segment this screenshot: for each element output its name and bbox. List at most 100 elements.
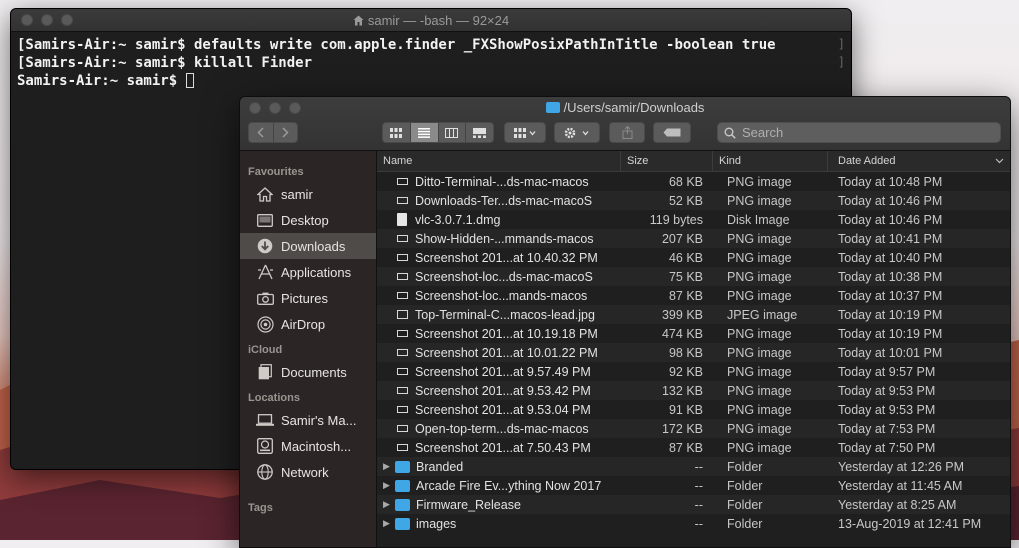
column-header-size[interactable]: Size [621, 151, 713, 171]
file-size: -- [694, 459, 703, 474]
sidebar-item-airdrop[interactable]: AirDrop [240, 311, 376, 337]
finder-toolbar [240, 122, 1010, 146]
sidebar-heading-locations[interactable]: Locations [240, 389, 376, 407]
disk-icon [257, 438, 273, 454]
home-icon [257, 186, 273, 202]
image-file-icon [397, 425, 408, 432]
disclosure-triangle-icon[interactable]: ▶ [383, 480, 395, 491]
home-icon [353, 15, 364, 26]
file-date-added: Today at 10:01 PM [838, 345, 943, 360]
image-file-icon [397, 292, 408, 299]
finder-window[interactable]: /Users/samir/Downloads Search Favourites… [239, 96, 1011, 548]
file-date-added: Today at 10:46 PM [838, 212, 943, 227]
file-name-cell: Screenshot 201...at 10.40.32 PM [377, 251, 621, 265]
table-row[interactable]: Top-Terminal-C...macos-lead.jpg 399 KB JPE… [377, 305, 1010, 324]
image-file-icon [397, 197, 408, 204]
file-kind: PNG image [727, 402, 792, 417]
finder-titlebar[interactable]: /Users/samir/Downloads [240, 97, 1010, 151]
file-size: 87 KB [668, 288, 703, 303]
sidebar-item-desktop[interactable]: Desktop [240, 207, 376, 233]
gallery-view-button[interactable] [465, 123, 493, 142]
table-row[interactable]: Screenshot 201...at 7.50.43 PM 87 KB PNG i… [377, 438, 1010, 457]
sidebar-item-downloads[interactable]: Downloads [240, 233, 376, 259]
file-name: Screenshot 201...at 9.53.04 PM [415, 402, 591, 417]
sidebar-item-network[interactable]: Network [240, 459, 376, 485]
table-row[interactable]: ▶ Firmware_Release -- Folder Yesterday at 8:… [377, 495, 1010, 514]
file-name-cell: Open-top-term...ds-mac-macos [377, 422, 621, 436]
table-row[interactable]: Screenshot 201...at 10.40.32 PM 46 KB PNG … [377, 248, 1010, 267]
file-date-added: Today at 9:53 PM [838, 402, 936, 417]
table-row[interactable]: vlc-3.0.7.1.dmg 119 bytes Disk Image Today … [377, 210, 1010, 229]
terminal-titlebar[interactable]: samir — -bash — 92×24 [11, 9, 851, 32]
sidebar-heading-tags[interactable]: Tags [240, 499, 376, 517]
sidebar-item-label: Samir's Ma... [281, 412, 357, 428]
table-row[interactable]: Screenshot 201...at 10.01.22 PM 98 KB PNG … [377, 343, 1010, 362]
icon-view-button[interactable] [383, 123, 410, 142]
file-size: 87 KB [668, 440, 703, 455]
table-row[interactable]: Screenshot 201...at 9.57.49 PM 92 KB PNG i… [377, 362, 1010, 381]
file-list[interactable]: Name Size Kind Date Added Ditto-Terminal… [377, 151, 1010, 547]
sidebar-heading-icloud[interactable]: iCloud [240, 341, 376, 359]
search-input[interactable] [740, 124, 984, 141]
sidebar-item-label: Desktop [281, 212, 329, 228]
column-view-button[interactable] [437, 123, 466, 142]
table-row[interactable]: ▶ images -- Folder 13-Aug-2019 at 12:41 PM [377, 514, 1010, 533]
table-row[interactable]: Ditto-Terminal-...ds-mac-macos 68 KB PNG i… [377, 172, 1010, 191]
column-header-name[interactable]: Name [377, 151, 621, 171]
table-row[interactable]: Show-Hidden-...mmands-macos 207 KB PNG ima… [377, 229, 1010, 248]
camera-icon [256, 292, 274, 305]
forward-button[interactable] [272, 123, 298, 142]
action-menu-button[interactable] [554, 122, 600, 143]
column-header-date-added[interactable]: Date Added [828, 151, 1010, 171]
tag-button[interactable] [653, 122, 691, 143]
folder-icon [395, 460, 410, 473]
terminal-prompt: Samirs-Air:~ samir$ [17, 73, 186, 89]
image-file-icon [397, 406, 408, 413]
image-file-icon [397, 273, 408, 280]
sidebar-heading-favourites[interactable]: Favourites [240, 163, 376, 181]
share-button[interactable] [609, 122, 645, 143]
folder-icon [545, 102, 560, 113]
sidebar-item-pictures[interactable]: Pictures [240, 285, 376, 311]
table-row[interactable]: Open-top-term...ds-mac-macos 172 KB PNG im… [377, 419, 1010, 438]
table-row[interactable]: Downloads-Ter...ds-mac-macoS 52 KB PNG ima… [377, 191, 1010, 210]
file-name-cell: Screenshot 201...at 9.53.04 PM [377, 403, 621, 417]
file-name-cell: Screenshot-loc...ds-mac-macoS [377, 270, 621, 284]
back-button[interactable] [249, 123, 273, 142]
terminal-output[interactable]: [Samirs-Air:~ samir$ defaults write com.… [11, 32, 851, 94]
table-row[interactable]: Screenshot-loc...mands-macos 87 KB PNG ima… [377, 286, 1010, 305]
table-row[interactable]: Screenshot 201...at 9.53.04 PM 91 KB PNG i… [377, 400, 1010, 419]
file-name-cell: Screenshot 201...at 10.01.22 PM [377, 346, 621, 360]
laptop-icon [256, 414, 274, 426]
sidebar-item-macbook[interactable]: Samir's Ma... [240, 407, 376, 433]
sidebar-item-samir[interactable]: samir [240, 181, 376, 207]
file-kind: PNG image [727, 174, 792, 189]
document-file-icon [397, 213, 407, 226]
disclosure-triangle-icon[interactable]: ▶ [383, 499, 395, 510]
table-row[interactable]: ▶ Arcade Fire Ev...ything Now 2017 -- Folde… [377, 476, 1010, 495]
file-kind: PNG image [727, 269, 792, 284]
list-view-button[interactable] [409, 123, 438, 142]
file-name: Screenshot 201...at 9.57.49 PM [415, 364, 591, 379]
table-row[interactable]: Screenshot-loc...ds-mac-macoS 75 KB PNG im… [377, 267, 1010, 286]
table-row[interactable]: Screenshot 201...at 9.53.42 PM 132 KB PNG … [377, 381, 1010, 400]
table-row[interactable]: Screenshot 201...at 10.19.18 PM 474 KB PNG… [377, 324, 1010, 343]
disclosure-triangle-icon[interactable]: ▶ [383, 461, 395, 472]
terminal-line: [Samirs-Air:~ samir$ defaults write com.… [17, 37, 776, 53]
line-marker: ] [837, 55, 845, 69]
disclosure-triangle-icon[interactable]: ▶ [383, 518, 395, 529]
gear-icon [564, 127, 589, 138]
sidebar-item-documents[interactable]: Documents [240, 359, 376, 385]
sidebar-item-label: Network [281, 464, 329, 480]
file-name: Firmware_Release [416, 497, 521, 512]
table-row[interactable]: ▶ Branded -- Folder Yesterday at 12:26 PM [377, 457, 1010, 476]
group-by-button[interactable] [504, 122, 546, 143]
column-header-kind[interactable]: Kind [713, 151, 828, 171]
terminal-prompt-line[interactable]: Samirs-Air:~ samir$ [17, 72, 845, 90]
file-kind: PNG image [727, 250, 792, 265]
sidebar-item-applications[interactable]: Applications [240, 259, 376, 285]
search-field[interactable] [717, 122, 1001, 143]
sidebar-item-macintosh-hd[interactable]: Macintosh... [240, 433, 376, 459]
file-size: -- [694, 497, 703, 512]
file-kind: PNG image [727, 231, 792, 246]
